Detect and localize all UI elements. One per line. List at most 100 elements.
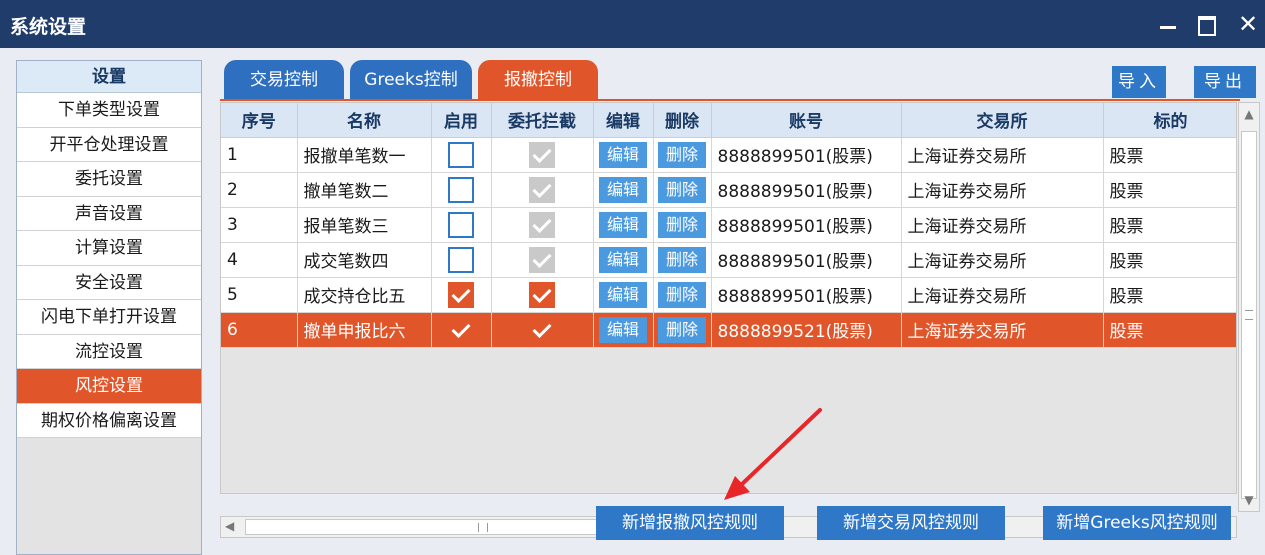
intercept-checkbox[interactable] <box>529 281 555 308</box>
settings-sidebar: 设置 下单类型设置 开平仓处理设置 委托设置 声音设置 计算设置 安全设置 闪电下单打开设置… <box>16 60 202 555</box>
import-button[interactable]: 导入 <box>1112 66 1166 98</box>
delete-cell: 删除 <box>653 277 712 313</box>
column-header[interactable]: 删除 <box>653 103 712 138</box>
sidebar-item[interactable]: 安全设置 <box>17 265 201 300</box>
tab-trade-control[interactable]: 交易控制 <box>224 60 344 100</box>
row-number: 5 <box>221 277 298 313</box>
delete-cell: 删除 <box>653 242 712 278</box>
table-row[interactable]: 4 成交笔数四 编辑 删除 8888899501(股票) 上海证券交易所 股票 <box>221 242 1236 278</box>
tab-order-cancel-control[interactable]: 报撤控制 <box>478 60 598 100</box>
add-order-cancel-rule-button[interactable]: 新增报撤风控规则 <box>596 506 784 540</box>
target: 股票 <box>1103 172 1236 208</box>
table-row[interactable]: 3 报单笔数三 编辑 删除 8888899501(股票) 上海证券交易所 股票 <box>221 207 1236 243</box>
close-icon[interactable]: ✕ <box>1232 8 1264 40</box>
enable-checkbox[interactable] <box>448 317 474 343</box>
sidebar-item[interactable]: 计算设置 <box>17 231 201 266</box>
intercept-cell <box>491 312 594 348</box>
delete-button[interactable]: 删除 <box>658 141 706 168</box>
edit-cell: 编辑 <box>593 277 654 313</box>
exchange: 上海证券交易所 <box>901 207 1104 243</box>
intercept-checkbox[interactable] <box>529 246 555 273</box>
rule-name: 报撤单笔数一 <box>297 137 432 173</box>
maximize-icon[interactable] <box>1190 8 1222 40</box>
row-number: 1 <box>221 137 298 173</box>
rule-name: 撤单笔数二 <box>297 172 432 208</box>
intercept-checkbox[interactable] <box>529 176 555 203</box>
target: 股票 <box>1103 137 1236 173</box>
rule-name: 报单笔数三 <box>297 207 432 243</box>
enable-checkbox[interactable] <box>448 281 474 308</box>
delete-button[interactable]: 删除 <box>658 176 706 203</box>
table-row[interactable]: 1 报撤单笔数一 编辑 删除 8888899501(股票) 上海证券交易所 股票 <box>221 137 1236 173</box>
edit-button[interactable]: 编辑 <box>599 246 647 273</box>
scroll-left-icon[interactable]: ◀ <box>225 519 234 533</box>
rule-name: 成交持仓比五 <box>297 277 432 313</box>
enable-checkbox[interactable] <box>448 176 474 203</box>
enable-cell <box>431 277 492 313</box>
sidebar-item[interactable]: 流控设置 <box>17 334 201 369</box>
rule-name: 成交笔数四 <box>297 242 432 278</box>
enable-checkbox[interactable] <box>448 211 474 238</box>
account: 8888899501(股票) <box>711 137 902 173</box>
scroll-down-icon[interactable]: ▼ <box>1239 493 1259 507</box>
vertical-scroll-thumb[interactable] <box>1241 131 1257 499</box>
table-row[interactable]: 2 撤单笔数二 编辑 删除 8888899501(股票) 上海证券交易所 股票 <box>221 172 1236 208</box>
sidebar-item[interactable]: 委托设置 <box>17 162 201 197</box>
column-header[interactable]: 启用 <box>431 103 492 138</box>
export-button[interactable]: 导出 <box>1194 66 1256 98</box>
add-greeks-rule-button[interactable]: 新增Greeks风控规则 <box>1043 506 1231 540</box>
vertical-scrollbar[interactable]: ▲ ▼ <box>1238 102 1260 512</box>
intercept-checkbox[interactable] <box>529 211 555 238</box>
edit-button[interactable]: 编辑 <box>599 141 647 168</box>
intercept-checkbox[interactable] <box>529 141 555 168</box>
column-header[interactable]: 交易所 <box>901 103 1104 138</box>
sidebar-item[interactable]: 期权价格偏离设置 <box>17 403 201 438</box>
table-row[interactable]: 5 成交持仓比五 编辑 删除 8888899501(股票) 上海证券交易所 股票 <box>221 277 1236 313</box>
sidebar-item[interactable]: 声音设置 <box>17 196 201 231</box>
sidebar-item[interactable]: 开平仓处理设置 <box>17 127 201 162</box>
intercept-checkbox[interactable] <box>529 317 555 343</box>
column-header[interactable]: 名称 <box>297 103 432 138</box>
target: 股票 <box>1103 312 1236 348</box>
table-row[interactable]: 6 撤单申报比六 编辑 删除 8888899521(股票) 上海证券交易所 股票 <box>221 312 1236 348</box>
column-header[interactable]: 序号 <box>221 103 298 138</box>
row-number: 4 <box>221 242 298 278</box>
target: 股票 <box>1103 277 1236 313</box>
risk-rule-table: 序号 名称 启用 委托拦截 编辑 删除 账号 交易所 标的 1 报撤单笔数一 编辑 删除 8888899… <box>220 102 1237 494</box>
edit-cell: 编辑 <box>593 172 654 208</box>
exchange: 上海证券交易所 <box>901 137 1104 173</box>
edit-button[interactable]: 编辑 <box>599 281 647 308</box>
column-header[interactable]: 委托拦截 <box>491 103 594 138</box>
delete-button[interactable]: 删除 <box>658 211 706 238</box>
enable-cell <box>431 137 492 173</box>
row-number: 3 <box>221 207 298 243</box>
scroll-up-icon[interactable]: ▲ <box>1239 107 1259 121</box>
edit-cell: 编辑 <box>593 312 654 348</box>
tab-underline <box>220 99 1240 101</box>
sidebar-item[interactable]: 下单类型设置 <box>17 93 201 128</box>
minimize-icon[interactable] <box>1152 8 1184 40</box>
row-number: 6 <box>221 312 298 348</box>
edit-button[interactable]: 编辑 <box>599 176 647 203</box>
delete-cell: 删除 <box>653 312 712 348</box>
sidebar-item[interactable]: 风控设置 <box>17 369 201 404</box>
column-header[interactable]: 标的 <box>1103 103 1236 138</box>
column-header[interactable]: 账号 <box>711 103 902 138</box>
delete-button[interactable]: 删除 <box>658 246 706 273</box>
exchange: 上海证券交易所 <box>901 242 1104 278</box>
edit-cell: 编辑 <box>593 207 654 243</box>
delete-button[interactable]: 删除 <box>658 281 706 308</box>
add-trade-rule-button[interactable]: 新增交易风控规则 <box>817 506 1005 540</box>
settings-body: 设置 下单类型设置 开平仓处理设置 委托设置 声音设置 计算设置 安全设置 闪电下单打开设置… <box>0 48 1265 555</box>
enable-checkbox[interactable] <box>448 141 474 168</box>
tab-greeks-control[interactable]: Greeks控制 <box>350 60 472 100</box>
edit-button[interactable]: 编辑 <box>599 211 647 238</box>
sidebar-item[interactable]: 闪电下单打开设置 <box>17 300 201 335</box>
column-header[interactable]: 编辑 <box>593 103 654 138</box>
enable-checkbox[interactable] <box>448 246 474 273</box>
delete-button[interactable]: 删除 <box>658 316 706 343</box>
delete-cell: 删除 <box>653 207 712 243</box>
enable-cell <box>431 242 492 278</box>
target: 股票 <box>1103 242 1236 278</box>
edit-button[interactable]: 编辑 <box>599 316 647 343</box>
